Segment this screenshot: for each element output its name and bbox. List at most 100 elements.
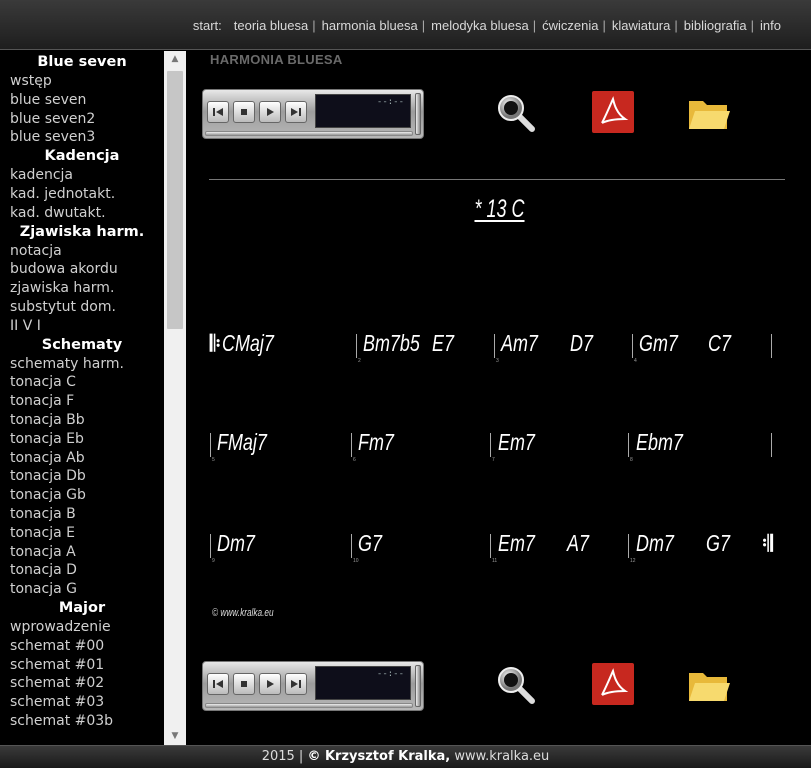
sidebar-link[interactable]: kad. dwutakt. <box>0 204 164 223</box>
pdf-icon[interactable] <box>590 89 636 135</box>
sidebar-link[interactable]: wprowadzenie <box>0 618 164 637</box>
sidebar-link[interactable]: blue seven3 <box>0 128 164 147</box>
player-display: --:-- <box>315 94 411 128</box>
search-icon[interactable] <box>494 91 540 137</box>
sidebar-link[interactable]: budowa akordu <box>0 260 164 279</box>
sidebar-link[interactable]: zjawiska harm. <box>0 279 164 298</box>
sidebar-link[interactable]: tonacja B <box>0 505 164 524</box>
seek-bar[interactable] <box>205 703 413 708</box>
chord: C7 <box>708 330 731 356</box>
next-track-button[interactable] <box>285 673 307 695</box>
nav-start-label: start: <box>192 17 222 33</box>
nav-item-info[interactable]: info <box>756 18 811 33</box>
bar-line <box>494 334 495 358</box>
main-content: HARMONIA BLUESA --:-- * 13 C 𝄆 CMaj7 2 B… <box>188 51 811 745</box>
stop-icon <box>241 109 247 115</box>
sidebar-link[interactable]: schemat #01 <box>0 656 164 675</box>
folder-icon[interactable] <box>686 91 732 137</box>
sidebar-link[interactable]: schematy harm. <box>0 355 164 374</box>
player-time: --:-- <box>376 97 404 107</box>
sidebar-link[interactable]: schemat #03 <box>0 693 164 712</box>
nav-item-harmonia[interactable]: harmonia bluesa <box>318 18 422 33</box>
skip-forward-icon <box>291 680 301 688</box>
chord: Am7 <box>501 330 538 356</box>
sidebar-link[interactable]: substytut dom. <box>0 298 164 317</box>
chord: Dm7 <box>636 530 674 556</box>
skip-back-icon <box>213 108 223 116</box>
sidebar-link[interactable]: tonacja E <box>0 524 164 543</box>
bar-line <box>628 433 629 457</box>
bar-line <box>356 334 357 358</box>
prev-track-button[interactable] <box>207 673 229 695</box>
sidebar-link[interactable]: tonacja Bb <box>0 411 164 430</box>
play-button[interactable] <box>259 101 281 123</box>
sidebar-link[interactable]: blue seven <box>0 91 164 110</box>
score-copyright: © www.kralka.eu <box>212 607 274 619</box>
sidebar-link[interactable]: II V I <box>0 317 164 336</box>
scroll-up-arrow-icon[interactable]: ▲ <box>164 51 186 68</box>
sidebar-link[interactable]: notacja <box>0 242 164 261</box>
repeat-end-icon: 𝄇 <box>762 532 773 557</box>
footer-owner: © Krzysztof Kralka, <box>307 749 451 764</box>
sidebar-link[interactable]: tonacja Db <box>0 467 164 486</box>
nav-item-cwiczenia[interactable]: ćwiczenia <box>538 18 602 33</box>
footer-site-link[interactable]: www.kralka.eu <box>454 749 549 764</box>
score-title-text: * 13 C <box>474 195 525 223</box>
search-icon[interactable] <box>494 663 540 709</box>
bar-line <box>490 433 491 457</box>
bar-line <box>210 433 211 457</box>
stop-button[interactable] <box>233 673 255 695</box>
chord: Bm7b5 <box>363 330 420 356</box>
sidebar-link[interactable]: tonacja C <box>0 373 164 392</box>
sidebar-link[interactable]: tonacja G <box>0 580 164 599</box>
prev-track-button[interactable] <box>207 101 229 123</box>
sidebar-link[interactable]: tonacja A <box>0 543 164 562</box>
bar-line <box>771 433 772 457</box>
bar-number: 7 <box>492 457 495 463</box>
bar-number: 5 <box>212 457 215 463</box>
bar-number: 6 <box>353 457 356 463</box>
sidebar-link[interactable]: kad. jednotakt. <box>0 185 164 204</box>
sidebar-link[interactable]: wstęp <box>0 72 164 91</box>
bar-number: 10 <box>353 558 359 564</box>
nav-item-teoria[interactable]: teoria bluesa <box>230 18 312 33</box>
volume-slider[interactable] <box>415 93 421 135</box>
bar-line <box>632 334 633 358</box>
sidebar-link[interactable]: schemat #00 <box>0 637 164 656</box>
pdf-icon[interactable] <box>590 661 636 707</box>
sidebar-link[interactable]: schemat #03b <box>0 712 164 731</box>
sidebar-list: Blue seven wstęp blue seven blue seven2 … <box>0 53 164 731</box>
player-time: --:-- <box>376 669 404 679</box>
scrollbar-thumb[interactable] <box>167 71 183 329</box>
nav-item-bibliografia[interactable]: bibliografia <box>680 18 751 33</box>
seek-bar[interactable] <box>205 131 413 136</box>
volume-slider[interactable] <box>415 665 421 707</box>
sidebar-heading: Major <box>58 599 106 616</box>
play-button[interactable] <box>259 673 281 695</box>
sidebar-scrollbar[interactable]: ▲ ▼ <box>164 51 186 745</box>
nav-item-melodyka[interactable]: melodyka bluesa <box>427 18 533 33</box>
sidebar-link[interactable]: blue seven2 <box>0 110 164 129</box>
sidebar-link[interactable]: tonacja Eb <box>0 430 164 449</box>
bar-number: 2 <box>358 358 361 364</box>
next-track-button[interactable] <box>285 101 307 123</box>
sidebar-link[interactable]: tonacja Ab <box>0 449 164 468</box>
sidebar-link[interactable]: tonacja D <box>0 561 164 580</box>
sidebar-link[interactable]: tonacja F <box>0 392 164 411</box>
bar-number: 3 <box>496 358 499 364</box>
play-icon <box>267 680 274 688</box>
section-title: HARMONIA BLUESA <box>210 52 343 67</box>
nav-item-klawiatura[interactable]: klawiatura <box>608 18 675 33</box>
folder-icon[interactable] <box>686 663 732 709</box>
stop-button[interactable] <box>233 101 255 123</box>
play-icon <box>267 108 274 116</box>
scroll-down-arrow-icon[interactable]: ▼ <box>164 728 186 745</box>
sidebar-link[interactable]: schemat #02 <box>0 674 164 693</box>
chord: Ebm7 <box>636 429 683 455</box>
chord: CMaj7 <box>222 330 274 356</box>
sidebar-link[interactable]: kadencja <box>0 166 164 185</box>
bar-line <box>771 334 772 358</box>
sidebar-link[interactable]: tonacja Gb <box>0 486 164 505</box>
bar-line <box>628 534 629 558</box>
bar-line <box>490 534 491 558</box>
